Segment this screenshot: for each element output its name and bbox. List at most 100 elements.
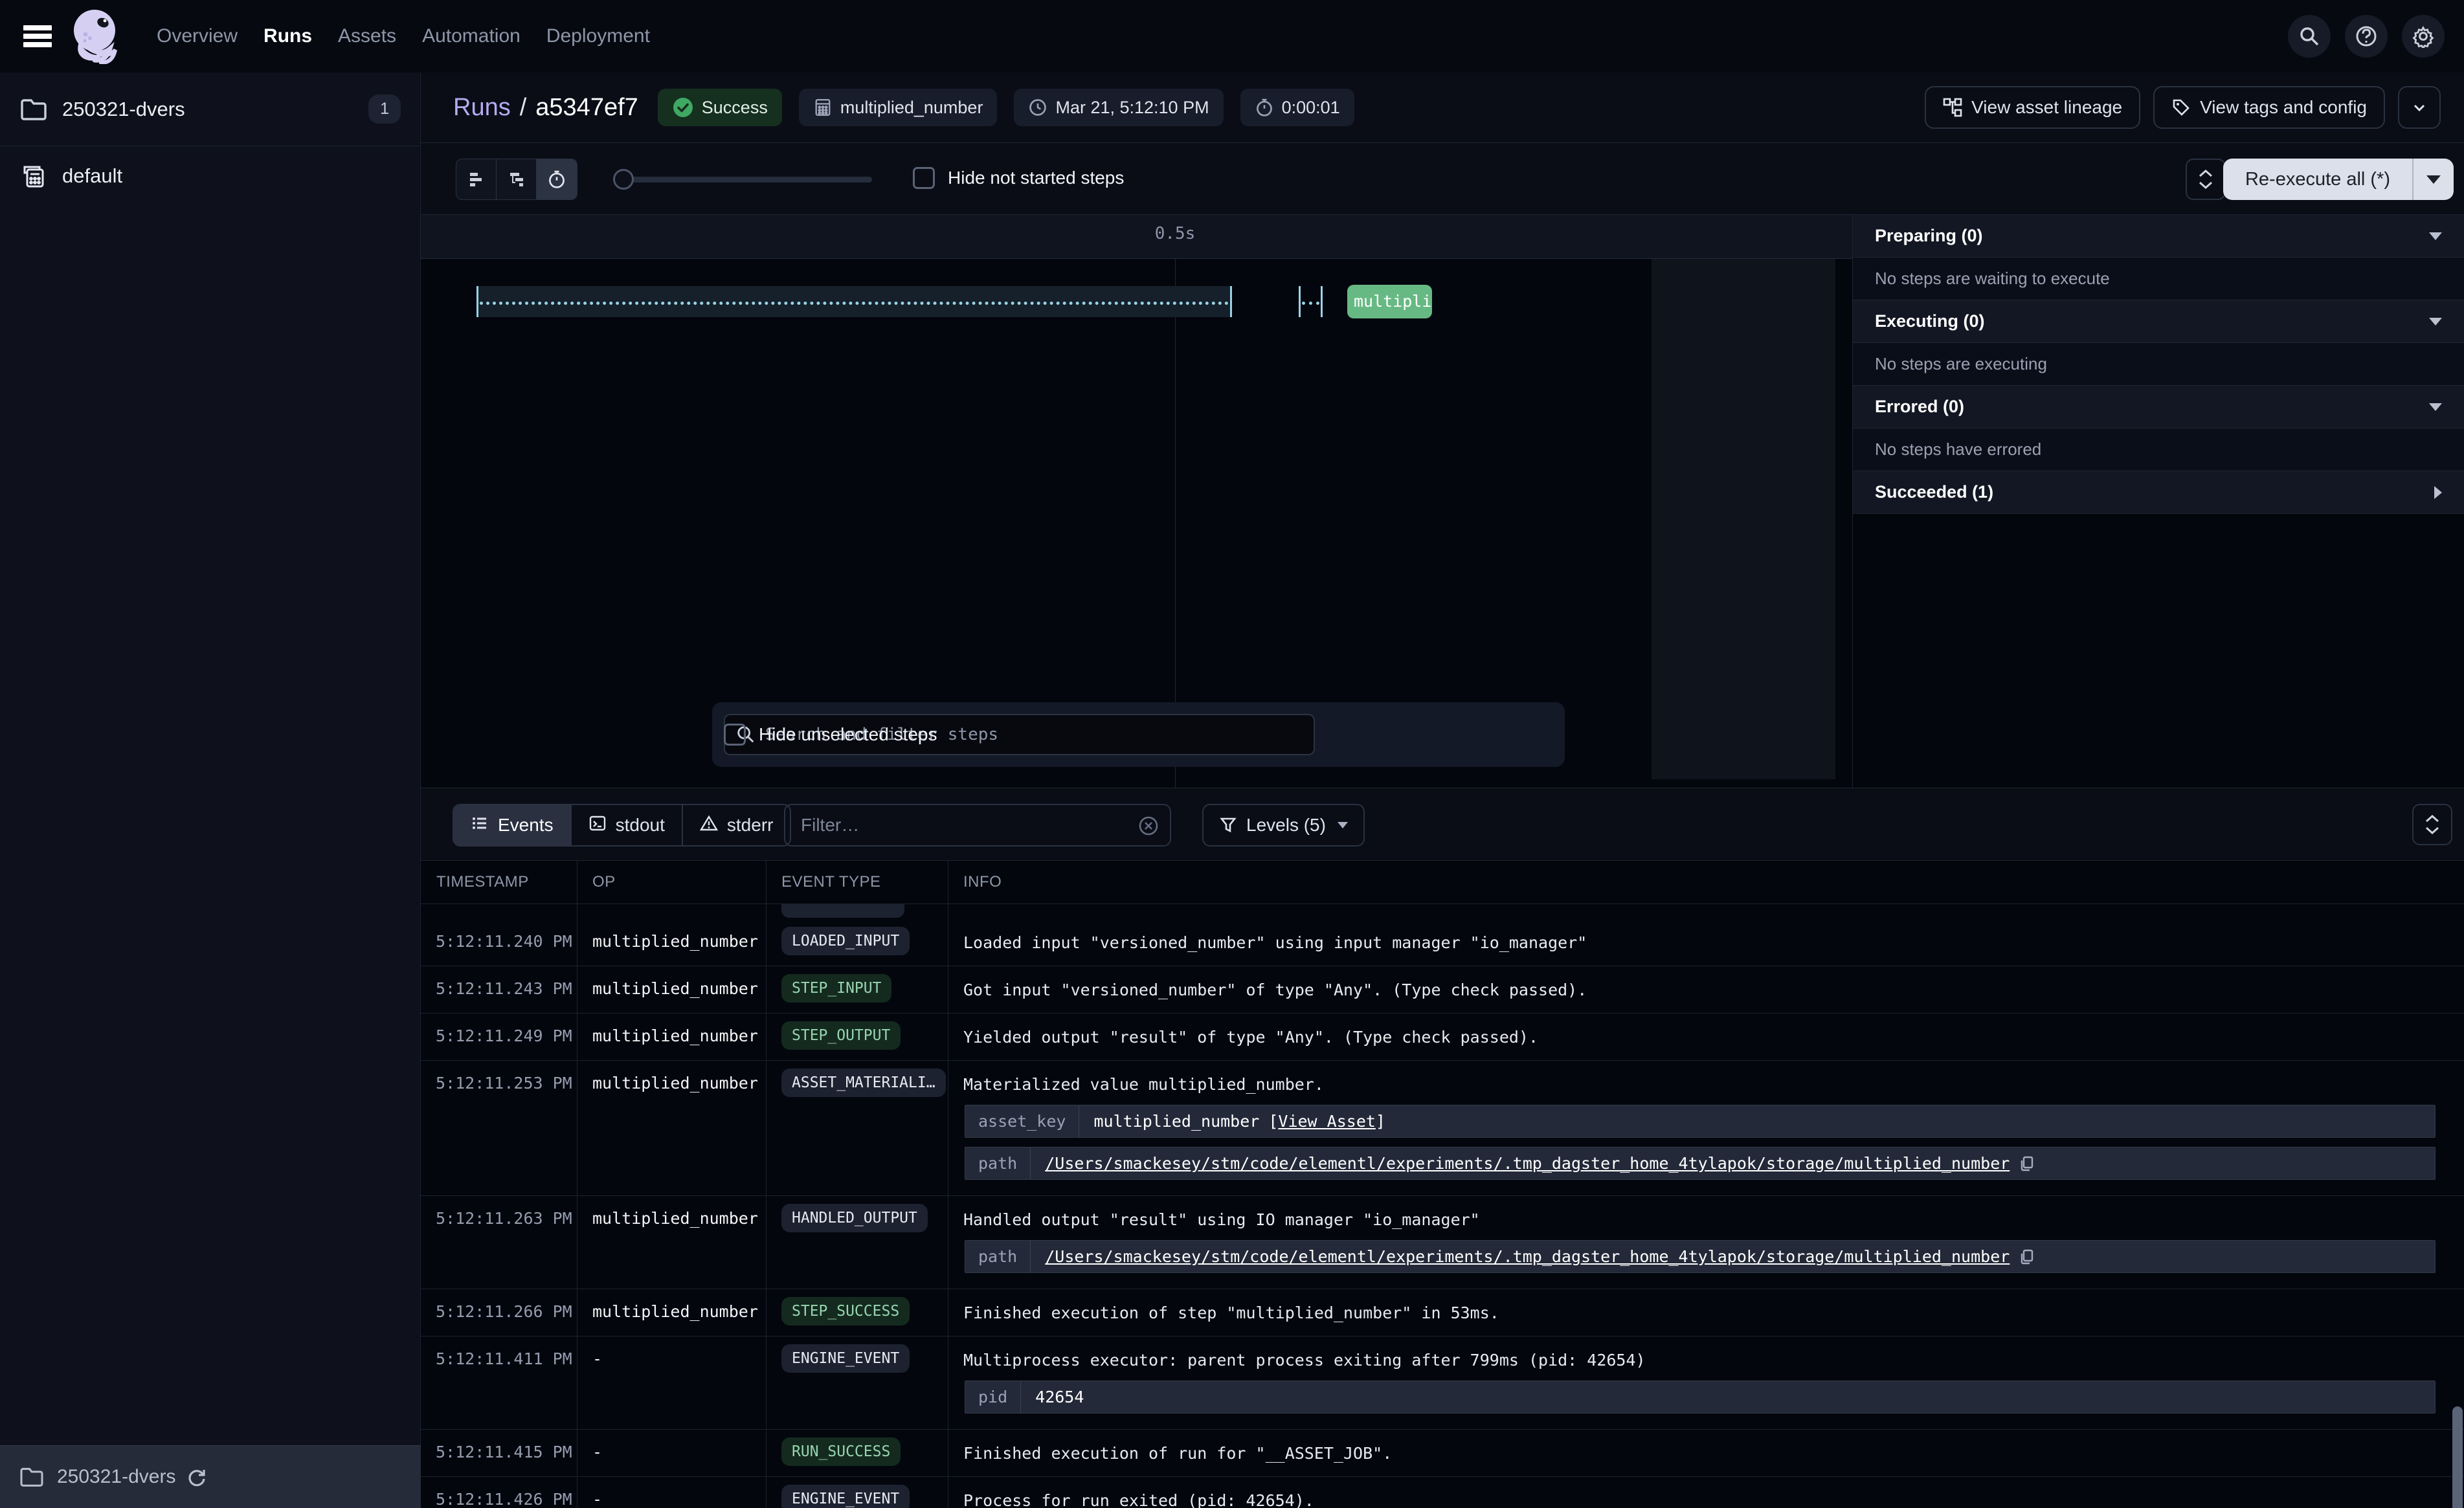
table-row[interactable]: 5:12:11.263 PM multiplied_number HANDLED… xyxy=(421,1195,2464,1289)
hide-not-started-checkbox[interactable] xyxy=(913,167,935,189)
nav-item-assets[interactable]: Assets xyxy=(338,25,396,47)
tab-icon xyxy=(588,814,607,837)
reexecute-all-button[interactable]: Re-execute all (*) xyxy=(2223,159,2414,200)
log-panel-resize-button[interactable] xyxy=(2412,804,2452,845)
view-asset-lineage-button[interactable]: View asset lineage xyxy=(1925,86,2140,129)
copy-button[interactable] xyxy=(2019,1155,2035,1172)
tab-events[interactable]: Events xyxy=(454,805,572,845)
table-header: TIMESTAMPOPEVENT TYPEINFO xyxy=(421,861,2464,904)
hamburger-menu-icon[interactable] xyxy=(23,25,52,47)
table-row[interactable]: 5:12:11.415 PM - RUN_SUCCESS Finished ex… xyxy=(421,1429,2464,1476)
metadata-label: path xyxy=(965,1148,1031,1179)
event-info: Handled output "result" using IO manager… xyxy=(948,1196,2464,1289)
chevron-icon xyxy=(2429,232,2442,240)
log-tabs: Events stdout stderr xyxy=(453,804,791,847)
sidebar-item-default-group[interactable]: default xyxy=(0,146,420,206)
vertical-scrollbar[interactable] xyxy=(2452,1406,2463,1508)
table-row[interactable]: 5:12:11.426 PM - ENGINE_EVENT Process fo… xyxy=(421,1476,2464,1508)
copy-button[interactable] xyxy=(2019,1248,2035,1265)
help-button[interactable] xyxy=(2345,15,2388,58)
flat-view-button[interactable] xyxy=(456,159,497,199)
table-row[interactable]: 5:12:11.266 PM multiplied_number STEP_SU… xyxy=(421,1289,2464,1336)
step-section-header[interactable]: Errored (0) xyxy=(1853,386,2464,428)
tab-stderr[interactable]: stderr xyxy=(683,805,790,845)
event-info-text: Finished execution of step "multiplied_n… xyxy=(963,1302,2438,1324)
tab-stdout[interactable]: stdout xyxy=(572,805,683,845)
dagster-run-page: Overview Runs Assets Automation Deployment xyxy=(0,0,2464,1508)
event-info-text: Materialized value multiplied_number. xyxy=(963,1074,2438,1096)
hide-unselected-checkbox[interactable] xyxy=(724,724,746,746)
step-status-section: Errored (0) No steps have errored xyxy=(1853,386,2464,471)
event-type-cell: ENGINE_EVENT xyxy=(766,1336,948,1429)
nav-item-label: Assets xyxy=(338,25,396,47)
event-info-text: Loaded input "versioned_number" using in… xyxy=(963,932,2438,954)
step-section-header[interactable]: Succeeded (1) xyxy=(1853,471,2464,514)
event-info: Materialized value multiplied_number. as… xyxy=(948,1061,2464,1195)
asset-tag[interactable]: multiplied_number xyxy=(799,89,998,126)
table-row[interactable]: 5:12:11.240 PM multiplied_number LOADED_… xyxy=(421,919,2464,966)
event-timestamp: 5:12:11.266 PM xyxy=(421,1289,577,1336)
event-info-text: Finished execution of run for "__ASSET_J… xyxy=(963,1443,2438,1465)
run-actions-menu-button[interactable] xyxy=(2398,86,2441,129)
gantt-chart: 0.5s multiplied_number xyxy=(421,215,1852,788)
event-info: Multiprocess executor: parent process ex… xyxy=(948,1336,2464,1429)
metadata-row: path /Users/smackesey/stm/code/elementl/… xyxy=(965,1147,2436,1180)
run-id: a5347ef7 xyxy=(535,94,638,122)
event-timestamp: 5:12:11.243 PM xyxy=(421,966,577,1013)
step-section-header[interactable]: Preparing (0) xyxy=(1853,215,2464,258)
step-section-message: No steps have errored xyxy=(1853,428,2464,471)
table-row[interactable]: 5:12:11.249 PM multiplied_number STEP_OU… xyxy=(421,1013,2464,1060)
dagster-logo-icon[interactable] xyxy=(70,8,120,64)
table-row[interactable]: 5:12:11.411 PM - ENGINE_EVENT Multiproce… xyxy=(421,1336,2464,1429)
footer-location-label: 250321-dvers xyxy=(57,1466,175,1488)
asset-group-icon xyxy=(19,164,48,188)
gantt-waiting-bar[interactable] xyxy=(476,286,1232,317)
hide-not-started-toggle[interactable]: Hide not started steps xyxy=(913,157,1124,199)
table-row[interactable]: 5:12:11.243 PM multiplied_number STEP_IN… xyxy=(421,966,2464,1013)
nav-item-runs[interactable]: Runs xyxy=(263,25,312,47)
event-op: - xyxy=(577,1336,766,1429)
settings-button[interactable] xyxy=(2402,15,2445,58)
tab-label: stderr xyxy=(727,815,774,836)
view-asset-link[interactable]: View Asset xyxy=(1278,1112,1376,1131)
nav-item-deployment[interactable]: Deployment xyxy=(546,25,650,47)
event-info-text: Process for run exited (pid: 42654). xyxy=(963,1490,2438,1508)
waterfall-view-button[interactable] xyxy=(497,159,537,199)
status-label: Success xyxy=(702,98,768,118)
duration-tag: 0:00:01 xyxy=(1240,89,1354,126)
nav-item-overview[interactable]: Overview xyxy=(157,25,238,47)
timed-view-button[interactable] xyxy=(537,159,577,199)
reexecute-menu-button[interactable] xyxy=(2414,159,2454,200)
breadcrumb-runs-link[interactable]: Runs xyxy=(453,94,511,122)
log-filter-input[interactable] xyxy=(784,804,1171,847)
levels-filter-button[interactable]: Levels (5) xyxy=(1202,804,1365,847)
panel-resize-button[interactable] xyxy=(2186,159,2226,200)
event-info: Got input "versioned_number" of type "An… xyxy=(948,966,2464,1013)
metadata-row: path /Users/smackesey/stm/code/elementl/… xyxy=(965,1240,2436,1273)
view-tags-config-button[interactable]: View tags and config xyxy=(2153,86,2385,129)
duration-label: 0:00:01 xyxy=(1282,98,1340,118)
event-metadata: path /Users/smackesey/stm/code/elementl/… xyxy=(963,1240,2438,1273)
success-check-icon xyxy=(672,96,694,118)
path-link[interactable]: /Users/smackesey/stm/code/elementl/exper… xyxy=(1045,1247,2010,1266)
gantt-zoom-slider[interactable] xyxy=(613,177,872,183)
table-row[interactable]: 5:12:11.253 PM multiplied_number ASSET_M… xyxy=(421,1060,2464,1195)
event-info-text: Multiprocess executor: parent process ex… xyxy=(963,1349,2438,1371)
event-type-cell: ASSET_MATERIALI… xyxy=(766,1061,948,1195)
sidebar-footer[interactable]: 250321-dvers xyxy=(0,1445,421,1508)
chevron-icon xyxy=(2434,486,2442,499)
slider-knob[interactable] xyxy=(613,169,634,190)
gantt-step-bar[interactable]: multiplied_number xyxy=(1347,285,1432,318)
event-op: multiplied_number xyxy=(577,919,766,966)
step-section-title: Preparing (0) xyxy=(1875,226,1983,246)
step-section-header[interactable]: Executing (0) xyxy=(1853,300,2464,343)
sidebar-item-code-location[interactable]: 250321-dvers 1 xyxy=(0,72,420,146)
path-link[interactable]: /Users/smackesey/stm/code/elementl/exper… xyxy=(1045,1154,2010,1173)
hide-unselected-toggle[interactable]: Hide unselected steps xyxy=(724,724,937,746)
search-button[interactable] xyxy=(2288,15,2331,58)
event-op: multiplied_number xyxy=(577,1196,766,1289)
chevron-up-icon xyxy=(2199,170,2213,177)
gantt-waiting-bar-small[interactable] xyxy=(1299,286,1323,317)
nav-item-automation[interactable]: Automation xyxy=(422,25,521,47)
status-badge: Success xyxy=(658,89,782,126)
